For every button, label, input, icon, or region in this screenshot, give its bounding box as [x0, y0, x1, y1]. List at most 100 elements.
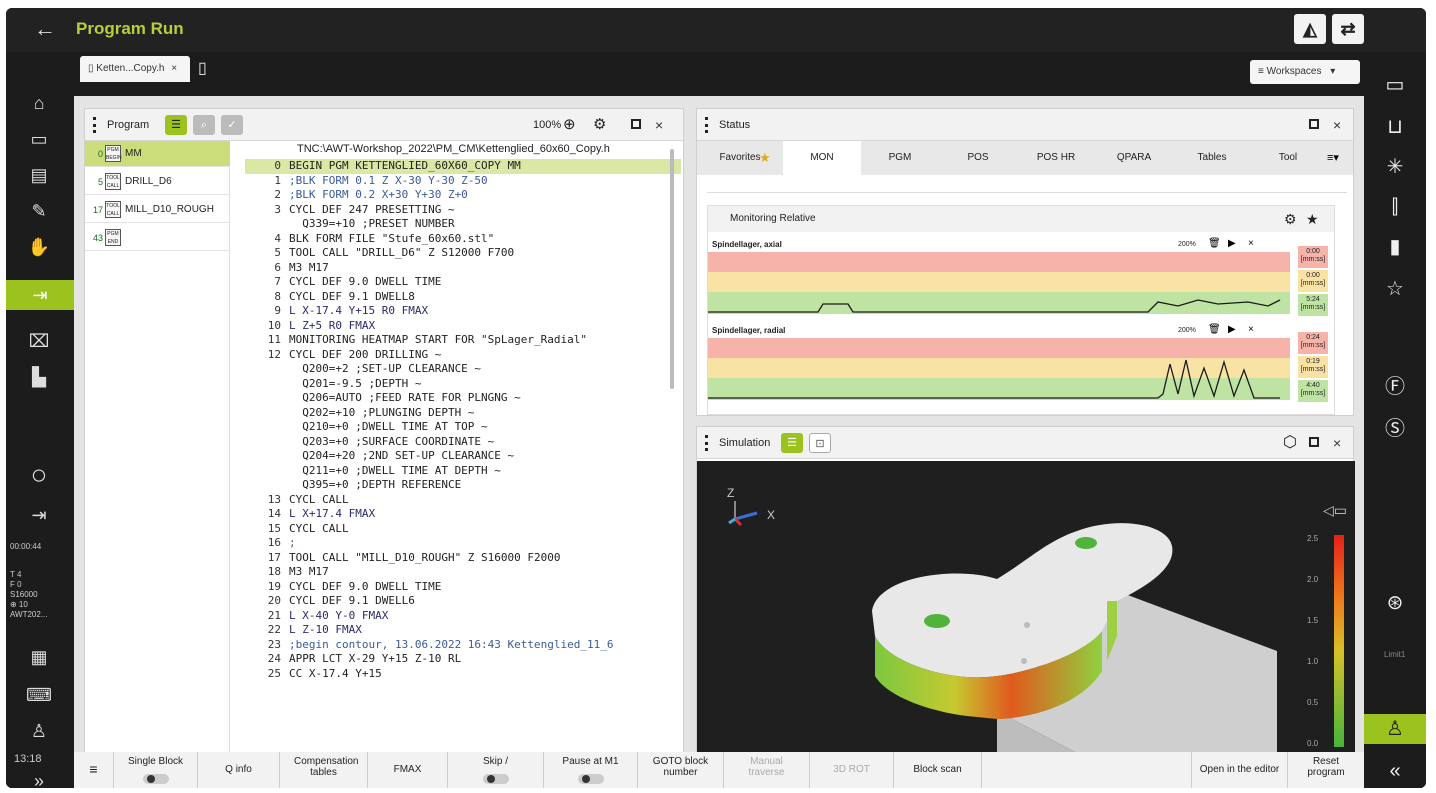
code-line[interactable]: 15 CYCL CALL — [245, 522, 681, 537]
code-line[interactable]: Q211=+0 ;DWELL TIME AT DEPTH ~ — [245, 464, 681, 479]
code-view[interactable]: TNC:\AWT-Workshop_2022\PM_CM\Kettenglied… — [245, 141, 681, 753]
user-settings-icon[interactable]: ♙ — [24, 716, 54, 746]
collapse-icon[interactable]: « — [1378, 756, 1412, 786]
status-tab-mon[interactable]: MON — [783, 141, 861, 175]
table-icon[interactable]: ▤ — [24, 160, 54, 190]
code-line[interactable]: 23 ;begin contour, 13.06.2022 16:43 Kette… — [245, 638, 681, 653]
outline-item[interactable]: 0 PGM BEGIN MM — [85, 141, 230, 167]
status-tab-pos[interactable]: POS — [939, 141, 1017, 175]
calculator-icon[interactable]: ▦ — [24, 642, 54, 672]
code-line[interactable]: 16; — [245, 536, 681, 551]
workspaces-dropdown[interactable]: ≡ Workspaces ▾ — [1250, 60, 1360, 84]
code-line[interactable]: 5 TOOL CALL "DRILL_D6" Z S12000 F700 — [245, 246, 681, 261]
compensation-tables-button[interactable]: Compensation tables — [280, 752, 368, 788]
code-line[interactable]: 9 L X-17.4 Y+15 R0 FMAX — [245, 304, 681, 319]
reset-program-button[interactable]: Reset program — [1288, 752, 1364, 788]
open-in-editor-button[interactable]: Open in the editor — [1192, 752, 1288, 788]
code-line[interactable]: 25 CC X-17.4 Y+15 — [245, 667, 681, 682]
maximize-icon[interactable] — [1309, 119, 1319, 129]
drag-handle-icon[interactable] — [705, 435, 708, 451]
skip-switch[interactable] — [482, 774, 509, 784]
check-icon[interactable]: ✓ — [221, 115, 243, 135]
goto-button[interactable]: GOTO block number — [638, 752, 724, 788]
close-icon[interactable]: × — [1333, 427, 1341, 459]
menu-toggle-button[interactable]: ≡ — [74, 752, 114, 788]
tool-holder-icon[interactable]: ⊔ — [1378, 112, 1412, 142]
gear-icon[interactable]: ⚙ — [1284, 206, 1297, 232]
battery-icon[interactable]: ▭ — [1378, 70, 1412, 100]
code-line[interactable]: Q200=+2 ;SET-UP CLEARANCE ~ — [245, 362, 681, 377]
code-line[interactable]: 8 CYCL DEF 9.1 DWELL8 — [245, 290, 681, 305]
gear-icon[interactable]: ⚙ — [593, 109, 606, 141]
status-tab-tool[interactable]: Tool — [1251, 141, 1325, 175]
skip-toggle[interactable]: Skip / — [448, 752, 544, 788]
code-line[interactable]: Q204=+20 ;2ND SET-UP CLEARANCE ~ — [245, 449, 681, 464]
code-line[interactable]: 21 L X-40 Y-0 FMAX — [245, 609, 681, 624]
code-line[interactable]: Q206=AUTO ;FEED RATE FOR PLNGNG ~ — [245, 391, 681, 406]
clamping-icon[interactable]: ⫿ — [1378, 192, 1412, 222]
code-line[interactable]: Q203=+0 ;SURFACE COORDINATE ~ — [245, 435, 681, 450]
back-arrow-icon[interactable]: ← — [34, 16, 56, 42]
spindle-icon[interactable]: ▮ — [1378, 232, 1412, 262]
code-scrollbar[interactable] — [670, 149, 674, 389]
code-line[interactable]: 18 M3 M17 — [245, 565, 681, 580]
file-edit-icon[interactable]: ✎ — [24, 196, 54, 226]
outline-item[interactable]: 43 PGM END — [85, 225, 230, 251]
outline-item[interactable]: 17 TOOL CALL MILL_D10_ROUGH — [85, 197, 230, 223]
code-line[interactable]: 2 ;BLK FORM 0.2 X+30 Y+30 Z+0 — [245, 188, 681, 203]
code-line[interactable]: 12 CYCL DEF 200 DRILLING ~ — [245, 348, 681, 363]
status-tab-pos-hr[interactable]: POS HR — [1017, 141, 1095, 175]
keyboard-icon[interactable]: ⌨ — [24, 680, 54, 710]
single-block-switch[interactable] — [142, 774, 169, 784]
tabs-menu-icon[interactable]: ≡▾ — [1327, 141, 1339, 175]
code-line[interactable]: 7 CYCL DEF 9.0 DWELL TIME — [245, 275, 681, 290]
program-run-icon[interactable]: ⇥ — [6, 280, 74, 310]
coolant-icon[interactable]: ✳ — [1378, 152, 1412, 182]
close-icon[interactable]: × — [1333, 109, 1341, 141]
search-icon[interactable]: ⌕ — [193, 115, 215, 135]
machine-icon[interactable]: ▙ — [24, 362, 54, 392]
code-line[interactable]: 4 BLK FORM FILE "Stufe_60x60.stl" — [245, 232, 681, 247]
file-tab[interactable]: ▯ Ketten...Copy.h × — [80, 56, 190, 82]
spindle-override-icon[interactable]: ⊛ — [1378, 588, 1412, 618]
code-line[interactable]: 20 CYCL DEF 9.1 DWELL6 — [245, 594, 681, 609]
drag-handle-icon[interactable] — [705, 117, 708, 133]
pause-m1-toggle[interactable]: Pause at M1 — [544, 752, 638, 788]
status-tab-pgm[interactable]: PGM — [861, 141, 939, 175]
maximize-icon[interactable] — [1309, 437, 1319, 447]
manual-traverse-button[interactable]: Manual traverse — [724, 752, 810, 788]
code-line[interactable]: 1 ;BLK FORM 0.1 Z X-30 Y-30 Z-50 — [245, 174, 681, 189]
code-line[interactable]: 3 CYCL DEF 247 PRESETTING ~ — [245, 203, 681, 218]
code-line[interactable]: 11 MONITORING HEATMAP START FOR "SpLager_… — [245, 333, 681, 348]
code-line[interactable]: 14 L X+17.4 FMAX — [245, 507, 681, 522]
measure-icon[interactable]: ◁▭ — [1323, 502, 1347, 518]
outline-item[interactable]: 5 TOOL CALL DRILL_D6 — [85, 169, 230, 195]
close-icon[interactable]: × — [655, 109, 663, 141]
code-line[interactable]: 24 APPR LCT X-29 Y+15 Z-10 RL — [245, 652, 681, 667]
status-circle-icon[interactable]: ○ — [24, 460, 54, 490]
cube-view-icon[interactable]: ⬡ — [1283, 427, 1297, 459]
code-line[interactable]: 10 L Z+5 R0 FMAX — [245, 319, 681, 334]
swap-arrows-icon[interactable]: ⇄ — [1332, 14, 1364, 44]
terminal-icon[interactable]: ⌧ — [24, 326, 54, 356]
code-line[interactable]: 13 CYCL CALL — [245, 493, 681, 508]
list-view-icon[interactable]: ☰ — [165, 115, 187, 135]
code-line[interactable]: 17 TOOL CALL "MILL_D10_ROUGH" Z S16000 F2… — [245, 551, 681, 566]
toolbox-icon[interactable]: ⊡ — [809, 433, 831, 453]
code-line[interactable]: Q339=+10 ;PRESET NUMBER — [245, 217, 681, 232]
expand-icon[interactable]: » — [24, 766, 54, 788]
user-icon[interactable]: ♙ — [1364, 714, 1426, 744]
code-line[interactable]: Q201=-9.5 ;DEPTH ~ — [245, 377, 681, 392]
new-tab-icon[interactable]: ▯ — [198, 58, 207, 78]
code-line[interactable]: 22 L Z-10 FMAX — [245, 623, 681, 638]
3d-rot-button[interactable]: 3D ROT — [810, 752, 894, 788]
code-line[interactable]: Q210=+0 ;DWELL TIME AT TOP ~ — [245, 420, 681, 435]
star-icon[interactable]: ☆ — [1378, 274, 1412, 304]
single-block-toggle[interactable]: Single Block — [114, 752, 198, 788]
drag-handle-icon[interactable] — [93, 117, 96, 133]
folder-icon[interactable]: ▭ — [24, 124, 54, 154]
block-scan-button[interactable]: Block scan — [894, 752, 982, 788]
code-line[interactable]: Q395=+0 ;DEPTH REFERENCE — [245, 478, 681, 493]
home-icon[interactable]: ⌂ — [24, 88, 54, 118]
pause-switch[interactable] — [577, 774, 604, 784]
